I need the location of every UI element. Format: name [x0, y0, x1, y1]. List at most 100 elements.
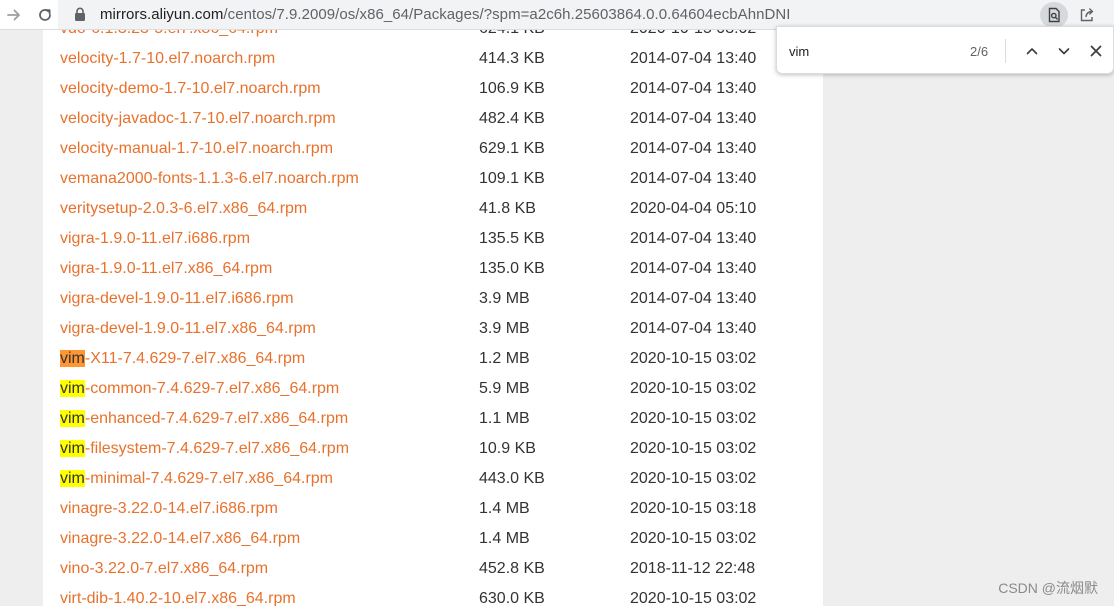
- file-date: 2014-07-04 13:40: [630, 290, 757, 307]
- package-name: vigra-devel-1.9.0-11.el7.i686.rpm: [60, 290, 294, 307]
- package-link[interactable]: vinagre-3.22.0-14.el7.i686.rpm: [60, 500, 278, 518]
- package-link[interactable]: vim-minimal-7.4.629-7.el7.x86_64.rpm: [60, 470, 333, 488]
- table-row: velocity-javadoc-1.7-10.el7.noarch.rpm 48…: [43, 105, 823, 135]
- find-close-button[interactable]: [1083, 38, 1109, 64]
- package-link[interactable]: velocity-javadoc-1.7-10.el7.noarch.rpm: [60, 110, 336, 128]
- table-row: vim-minimal-7.4.629-7.el7.x86_64.rpm 443.…: [43, 465, 823, 495]
- find-bar: 2/6: [776, 26, 1114, 74]
- package-link[interactable]: vigra-1.9.0-11.el7.i686.rpm: [60, 230, 250, 248]
- package-name: vemana2000-fonts-1.1.3-6.el7.noarch.rpm: [60, 170, 359, 187]
- find-next-button[interactable]: [1051, 38, 1077, 64]
- file-size: 109.1 KB: [479, 170, 545, 187]
- file-date: 2020-10-15 03:02: [630, 440, 757, 457]
- file-size: 106.9 KB: [479, 80, 545, 97]
- file-size: 1.4 MB: [479, 500, 530, 517]
- file-date: 2014-07-04 13:40: [630, 50, 757, 67]
- file-size: 135.0 KB: [479, 260, 545, 277]
- lock-icon[interactable]: [74, 7, 86, 27]
- package-name: vigra-devel-1.9.0-11.el7.x86_64.rpm: [60, 320, 316, 337]
- file-size: 41.8 KB: [479, 200, 536, 217]
- package-link[interactable]: virt-dib-1.40.2-10.el7.x86_64.rpm: [60, 590, 296, 606]
- package-link[interactable]: vigra-devel-1.9.0-11.el7.i686.rpm: [60, 290, 294, 308]
- find-input[interactable]: [789, 41, 939, 61]
- file-size: 414.3 KB: [479, 50, 545, 67]
- file-date: 2020-10-15 03:02: [630, 410, 757, 427]
- table-row: vinagre-3.22.0-14.el7.x86_64.rpm 1.4 MB 20…: [43, 525, 823, 555]
- share-button[interactable]: [1072, 0, 1102, 29]
- file-date: 2014-07-04 13:40: [630, 260, 757, 277]
- package-link[interactable]: vinagre-3.22.0-14.el7.x86_64.rpm: [60, 530, 300, 548]
- package-link[interactable]: vim-enhanced-7.4.629-7.el7.x86_64.rpm: [60, 410, 348, 428]
- package-name: -filesystem-7.4.629-7.el7.x86_64.rpm: [84, 440, 350, 457]
- package-name: vigra-1.9.0-11.el7.i686.rpm: [60, 230, 251, 247]
- file-size: 1.4 MB: [479, 530, 530, 547]
- close-icon: [1090, 45, 1102, 57]
- package-link[interactable]: vim-common-7.4.629-7.el7.x86_64.rpm: [60, 380, 339, 398]
- table-row: vdo-6.1.3.23-5.el7.x86_64.rpm 624.1 KB 202…: [43, 30, 823, 45]
- table-row: vim-X11-7.4.629-7.el7.x86_64.rpm 1.2 MB 20…: [43, 345, 823, 375]
- table-row: virt-dib-1.40.2-10.el7.x86_64.rpm 630.0 K…: [43, 585, 823, 606]
- address-bar[interactable]: mirrors.aliyun.com/centos/7.9.2009/os/x8…: [58, 0, 1114, 29]
- package-link[interactable]: vdo-6.1.3.23-5.el7.x86_64.rpm: [60, 30, 278, 38]
- file-size: 1.2 MB: [479, 350, 530, 367]
- file-size: 5.9 MB: [479, 380, 530, 397]
- package-link[interactable]: vigra-devel-1.9.0-11.el7.x86_64.rpm: [60, 320, 316, 338]
- package-link[interactable]: vino-3.22.0-7.el7.x86_64.rpm: [60, 560, 268, 578]
- find-highlight: vim: [60, 380, 85, 397]
- listing-rows: vdo-6.1.3.23-5.el7.x86_64.rpm 624.1 KB 202…: [43, 30, 823, 606]
- table-row: velocity-demo-1.7-10.el7.noarch.rpm 106.9…: [43, 75, 823, 105]
- directory-listing: vdo-6.1.3.23-5.el7.x86_64.rpm 624.1 KB 202…: [43, 30, 823, 606]
- package-name: virt-dib-1.40.2-10.el7.x86_64.rpm: [60, 590, 296, 606]
- file-size: 3.9 MB: [479, 320, 530, 337]
- file-size: 1.1 MB: [479, 410, 530, 427]
- find-match-count: 2/6: [970, 44, 989, 59]
- package-name: vino-3.22.0-7.el7.x86_64.rpm: [60, 560, 269, 577]
- package-link[interactable]: velocity-manual-1.7-10.el7.noarch.rpm: [60, 140, 333, 158]
- table-row: vigra-devel-1.9.0-11.el7.i686.rpm 3.9 MB 2…: [43, 285, 823, 315]
- find-highlight: vim: [60, 470, 85, 487]
- package-link[interactable]: velocity-1.7-10.el7.noarch.rpm: [60, 50, 275, 68]
- package-link[interactable]: vemana2000-fonts-1.1.3-6.el7.noarch.rpm: [60, 170, 359, 188]
- reload-icon: [39, 8, 51, 21]
- toolbar-overflow: [1102, 0, 1114, 29]
- package-link[interactable]: velocity-demo-1.7-10.el7.noarch.rpm: [60, 80, 321, 98]
- find-highlight-current: vim: [60, 350, 85, 367]
- file-date: 2014-07-04 13:40: [630, 230, 757, 247]
- package-name: velocity-1.7-10.el7.noarch.rpm: [60, 50, 276, 67]
- find-in-page-icon: [1048, 7, 1060, 22]
- file-date: 2014-07-04 13:40: [630, 320, 757, 337]
- file-date: 2020-10-15 03:02: [630, 590, 757, 606]
- file-size: 624.1 KB: [479, 30, 545, 38]
- package-link[interactable]: vim-filesystem-7.4.629-7.el7.x86_64.rpm: [60, 440, 349, 458]
- file-date: 2020-10-15 03:18: [630, 500, 757, 517]
- table-row: veritysetup-2.0.3-6.el7.x86_64.rpm 41.8 K…: [43, 195, 823, 225]
- chevron-up-icon: [1026, 48, 1038, 55]
- find-highlight: vim: [60, 440, 85, 457]
- table-row: vigra-devel-1.9.0-11.el7.x86_64.rpm 3.9 M…: [43, 315, 823, 345]
- file-date: 2014-07-04 13:40: [630, 170, 757, 187]
- file-date: 2020-10-15 03:02: [630, 350, 757, 367]
- file-size: 443.0 KB: [479, 470, 545, 487]
- package-name: vdo-6.1.3.23-5.el7.x86_64.rpm: [60, 30, 278, 37]
- reload-button[interactable]: [31, 1, 59, 29]
- share-icon: [1080, 7, 1094, 21]
- find-previous-button[interactable]: [1019, 38, 1045, 64]
- table-row: vigra-1.9.0-11.el7.i686.rpm 135.5 KB 2014-…: [43, 225, 823, 255]
- file-date: 2014-07-04 13:40: [630, 80, 757, 97]
- forward-button[interactable]: [0, 1, 28, 29]
- table-row: vino-3.22.0-7.el7.x86_64.rpm 452.8 KB 2018…: [43, 555, 823, 585]
- find-divider: [1005, 39, 1006, 63]
- chevron-down-icon: [1058, 48, 1070, 55]
- file-size: 10.9 KB: [479, 440, 536, 457]
- package-name: vinagre-3.22.0-14.el7.x86_64.rpm: [60, 530, 301, 547]
- watermark: CSDN @流烟默: [998, 580, 1098, 596]
- package-link[interactable]: vigra-1.9.0-11.el7.x86_64.rpm: [60, 260, 272, 278]
- arrow-forward-icon: [7, 9, 20, 20]
- url-text[interactable]: mirrors.aliyun.com/centos/7.9.2009/os/x8…: [100, 6, 790, 23]
- package-link[interactable]: veritysetup-2.0.3-6.el7.x86_64.rpm: [60, 200, 307, 218]
- find-in-page-button[interactable]: [1040, 1, 1068, 28]
- file-size: 482.4 KB: [479, 110, 545, 127]
- table-row: vim-filesystem-7.4.629-7.el7.x86_64.rpm 1…: [43, 435, 823, 465]
- package-name: vinagre-3.22.0-14.el7.i686.rpm: [60, 500, 278, 517]
- package-link[interactable]: vim-X11-7.4.629-7.el7.x86_64.rpm: [60, 350, 305, 368]
